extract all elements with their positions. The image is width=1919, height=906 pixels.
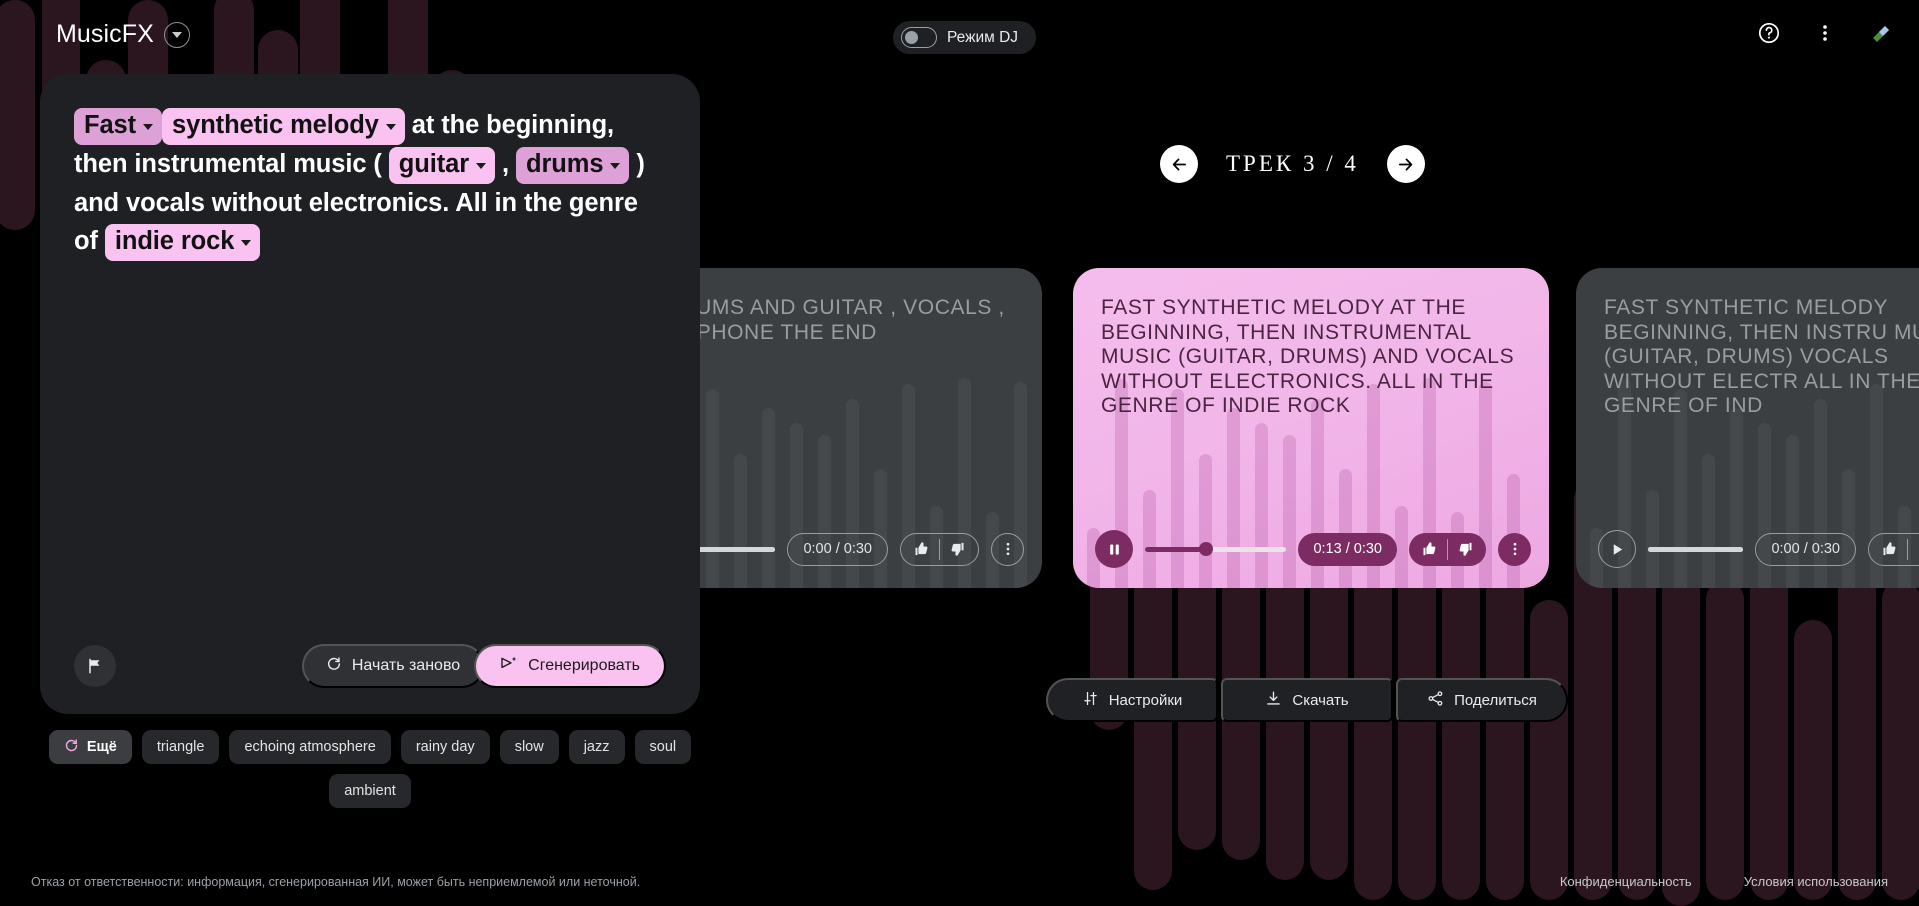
toggle-switch-icon[interactable] bbox=[901, 27, 937, 48]
rating-group bbox=[900, 532, 979, 566]
suggestion-chip[interactable]: rainy day bbox=[400, 730, 490, 764]
track-card-title: FAST SYNTHETIC MELODY BEGINNING, THEN IN… bbox=[1604, 296, 1919, 417]
disclaimer-text: Отказ от ответственности: информация, сг… bbox=[31, 875, 641, 889]
suggestion-row: Ещё triangle echoing atmosphere rainy day sl… bbox=[40, 730, 700, 808]
chevron-down-icon bbox=[476, 163, 487, 169]
brand-name: MusicFX bbox=[56, 20, 154, 48]
pause-icon[interactable] bbox=[1095, 530, 1133, 568]
seek-slider[interactable] bbox=[1648, 546, 1744, 552]
thumb-up-icon[interactable] bbox=[1869, 533, 1907, 566]
prompt-static-text: , bbox=[495, 150, 516, 178]
carousel-header: ТРЕК 3 / 4 bbox=[1160, 145, 1425, 183]
more-vertical-icon[interactable] bbox=[991, 532, 1024, 566]
prompt-chip-fast[interactable]: Fast bbox=[74, 108, 163, 145]
thumb-up-icon[interactable] bbox=[901, 533, 939, 566]
restart-icon bbox=[326, 656, 342, 677]
suggestion-chips: Ещё triangle echoing atmosphere rainy day sl… bbox=[40, 730, 700, 808]
suggestion-chip[interactable]: echoing atmosphere bbox=[229, 730, 391, 764]
settings-label: Настройки bbox=[1108, 691, 1183, 709]
suggestion-chip[interactable]: ambient bbox=[329, 774, 411, 808]
avatar-icon[interactable] bbox=[1866, 19, 1894, 47]
share-label: Поделиться bbox=[1454, 691, 1537, 709]
prompt-panel[interactable]: Fast synthetic melody at the beginning, t… bbox=[40, 74, 700, 714]
prompt-chip-drums[interactable]: drums bbox=[516, 147, 630, 184]
send-sparkle-icon bbox=[500, 655, 518, 677]
restart-label: Начать заново bbox=[351, 657, 461, 674]
restart-button[interactable]: Начать заново bbox=[301, 644, 485, 688]
share-icon bbox=[1427, 690, 1444, 711]
arrow-left-icon[interactable] bbox=[1160, 145, 1198, 183]
track-player-controls: 0:00 / 0:30 bbox=[1598, 530, 1919, 568]
time-display: 0:00 / 0:30 bbox=[787, 532, 888, 566]
prompt-chip-label: synthetic melody bbox=[172, 111, 379, 139]
prompt-panel-footer: Начать заново Сгенерировать bbox=[74, 644, 666, 688]
track-action-bar: Настройки Скачать Поделиться bbox=[1046, 678, 1568, 722]
prompt-chip-synthetic-melody[interactable]: synthetic melody bbox=[162, 108, 405, 145]
prompt-text[interactable]: Fast synthetic melody at the beginning, t… bbox=[74, 106, 666, 261]
prompt-chip-label: guitar bbox=[398, 150, 470, 178]
arrow-right-icon[interactable] bbox=[1386, 145, 1425, 183]
chevron-down-icon bbox=[610, 163, 621, 169]
prompt-chip-label: Fast bbox=[84, 111, 137, 139]
chevron-down-icon bbox=[241, 240, 252, 246]
download-label: Скачать bbox=[1292, 691, 1349, 709]
share-button[interactable]: Поделиться bbox=[1396, 678, 1568, 722]
seek-slider[interactable] bbox=[1145, 542, 1287, 556]
track-player-controls: 0:13 / 0:30 bbox=[1095, 530, 1531, 568]
chevron-down-icon[interactable] bbox=[163, 21, 190, 48]
track-card-title: FAST SYNTHETIC MELODY AT THE BEGINNING, … bbox=[1101, 296, 1515, 417]
help-circle-icon[interactable] bbox=[1754, 18, 1784, 48]
more-vertical-icon[interactable] bbox=[1810, 18, 1840, 48]
prompt-chip-label: indie rock bbox=[114, 227, 235, 255]
sliders-icon bbox=[1082, 690, 1099, 711]
rating-group bbox=[1868, 532, 1919, 566]
privacy-link[interactable]: Конфиденциальность bbox=[1560, 874, 1692, 889]
time-display: 0:13 / 0:30 bbox=[1298, 532, 1397, 566]
suggestion-chip[interactable]: slow bbox=[499, 730, 559, 764]
dj-mode-label: Режим DJ bbox=[947, 28, 1019, 46]
top-bar: MusicFX Режим DJ bbox=[0, 0, 1919, 78]
suggestion-chip[interactable]: soul bbox=[634, 730, 692, 764]
suggestion-chip[interactable]: triangle bbox=[141, 730, 220, 764]
chevron-down-icon bbox=[385, 124, 396, 130]
refresh-icon bbox=[64, 738, 79, 757]
thumb-up-icon[interactable] bbox=[1409, 533, 1447, 566]
suggestion-more-button[interactable]: Ещё bbox=[48, 730, 132, 764]
more-vertical-icon[interactable] bbox=[1498, 532, 1531, 566]
generate-label: Сгенерировать bbox=[528, 657, 640, 674]
brand[interactable]: MusicFX bbox=[56, 20, 190, 49]
terms-link[interactable]: Условия использования bbox=[1744, 874, 1888, 889]
top-right-actions bbox=[1754, 18, 1894, 48]
prompt-chip-label: drums bbox=[526, 150, 604, 178]
thumb-down-icon[interactable] bbox=[940, 533, 978, 566]
download-icon bbox=[1265, 690, 1282, 711]
thumb-down-icon[interactable] bbox=[1908, 533, 1919, 566]
thumb-down-icon[interactable] bbox=[1448, 533, 1486, 566]
chevron-down-icon bbox=[143, 124, 154, 130]
footer-links: Конфиденциальность Условия использования bbox=[1560, 874, 1888, 889]
track-card-active[interactable]: FAST SYNTHETIC MELODY AT THE BEGINNING, … bbox=[1073, 268, 1549, 588]
play-icon[interactable] bbox=[1598, 530, 1636, 568]
download-button[interactable]: Скачать bbox=[1221, 678, 1393, 722]
rating-group bbox=[1409, 532, 1486, 566]
settings-button[interactable]: Настройки bbox=[1046, 678, 1218, 722]
prompt-chip-indie-rock[interactable]: indie rock bbox=[104, 224, 261, 261]
prompt-chip-guitar[interactable]: guitar bbox=[388, 147, 496, 184]
suggestion-chip[interactable]: jazz bbox=[568, 730, 625, 764]
prompt-actions: Начать заново Сгенерировать bbox=[301, 644, 666, 688]
generate-button[interactable]: Сгенерировать bbox=[474, 644, 666, 688]
dj-mode-toggle[interactable]: Режим DJ bbox=[893, 21, 1037, 54]
track-counter: ТРЕК 3 / 4 bbox=[1226, 151, 1359, 176]
time-display: 0:00 / 0:30 bbox=[1755, 532, 1856, 566]
track-card-next[interactable]: FAST SYNTHETIC MELODY BEGINNING, THEN IN… bbox=[1576, 268, 1919, 588]
musicfx-app: MusicFX Режим DJ Fast synthetic melody a… bbox=[0, 0, 1919, 906]
flag-icon[interactable] bbox=[74, 645, 116, 687]
suggestion-more-label: Ещё bbox=[86, 739, 117, 755]
